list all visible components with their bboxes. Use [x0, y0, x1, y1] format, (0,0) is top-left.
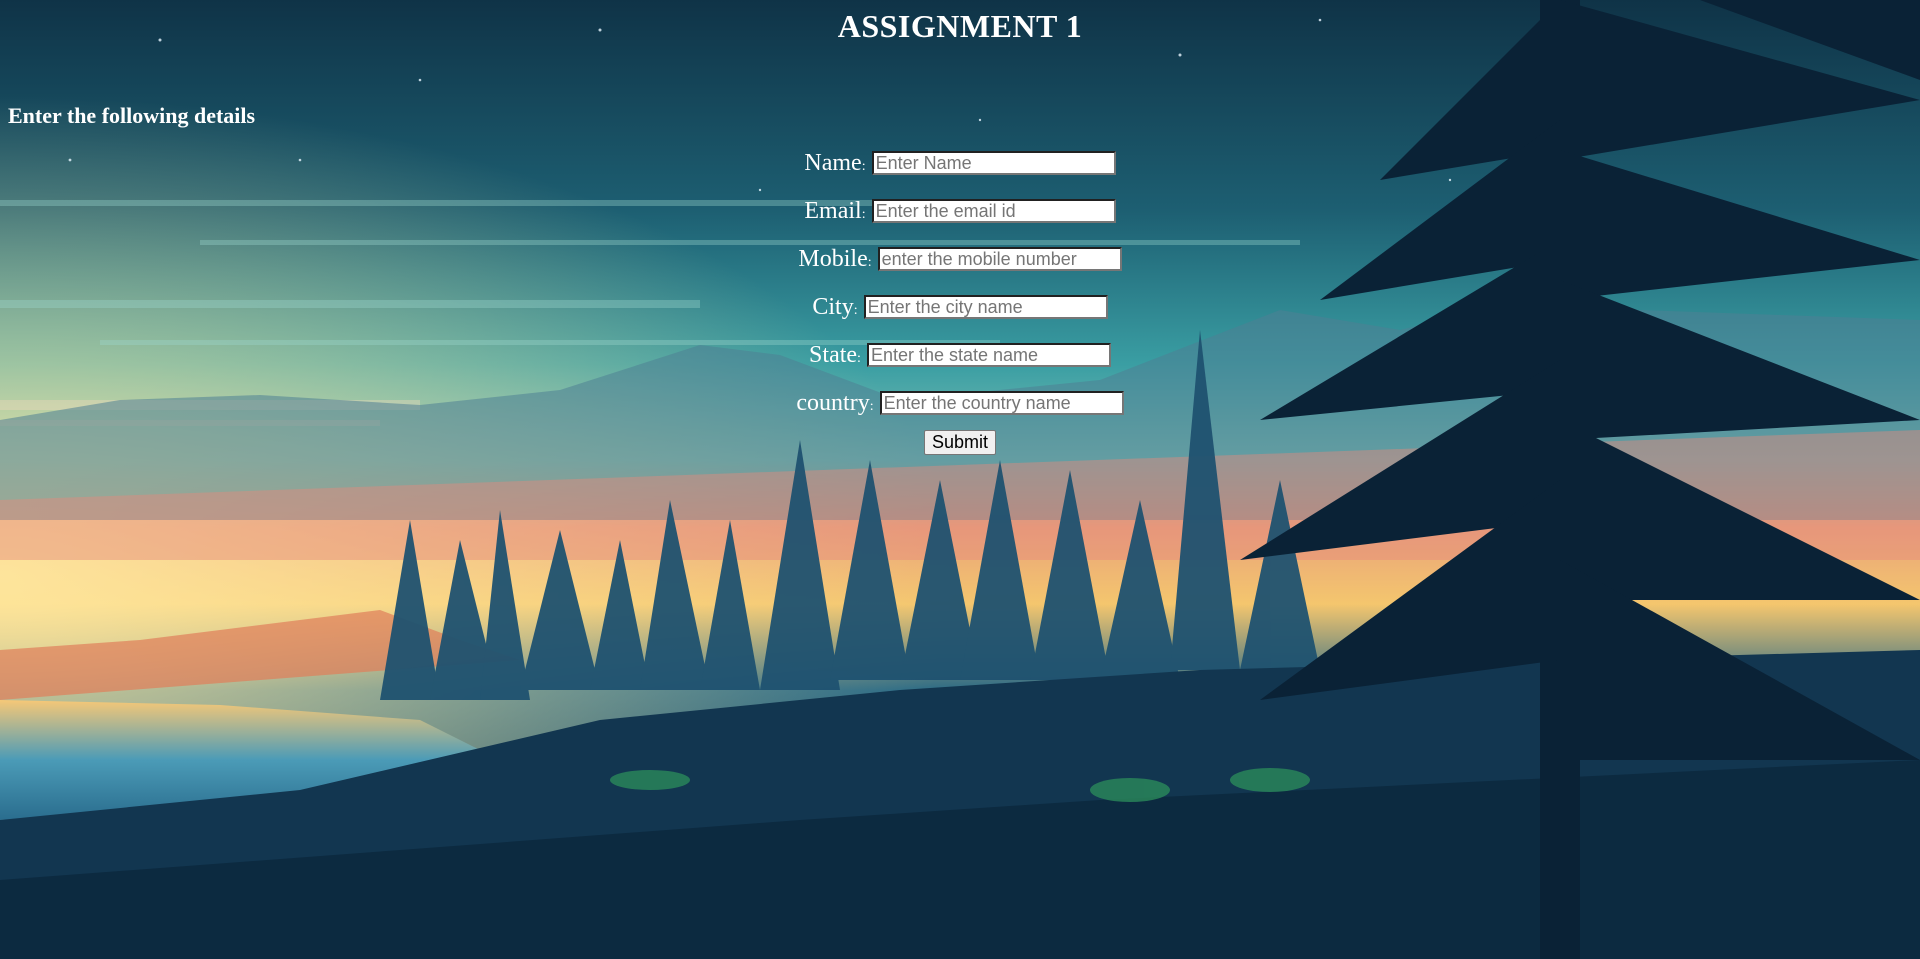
state-row: State: — [0, 340, 1920, 370]
name-label: Name: — [804, 149, 866, 176]
city-row: City: — [0, 292, 1920, 322]
email-input[interactable] — [871, 199, 1116, 223]
state-input[interactable] — [866, 343, 1111, 367]
name-row: Name: — [0, 148, 1920, 178]
country-input[interactable] — [879, 391, 1124, 415]
email-label: Email: — [804, 197, 866, 224]
state-label: State: — [809, 341, 861, 368]
background-landscape — [0, 0, 1920, 959]
country-row: country: — [0, 388, 1920, 418]
name-input[interactable] — [871, 151, 1116, 175]
submit-row: Submit — [0, 430, 1920, 455]
mobile-label: Mobile: — [798, 245, 872, 272]
city-input[interactable] — [863, 295, 1108, 319]
email-row: Email: — [0, 196, 1920, 226]
submit-button[interactable]: Submit — [923, 430, 997, 455]
city-label: City: — [812, 293, 858, 320]
mobile-input[interactable] — [877, 247, 1122, 271]
form-instructions: Enter the following details — [8, 103, 256, 128]
details-form: Name: Email: Mobile: City: State: countr… — [0, 148, 1920, 455]
country-label: country: — [796, 389, 874, 416]
page-title: ASSIGNMENT 1 — [837, 8, 1083, 44]
mobile-row: Mobile: — [0, 244, 1920, 274]
